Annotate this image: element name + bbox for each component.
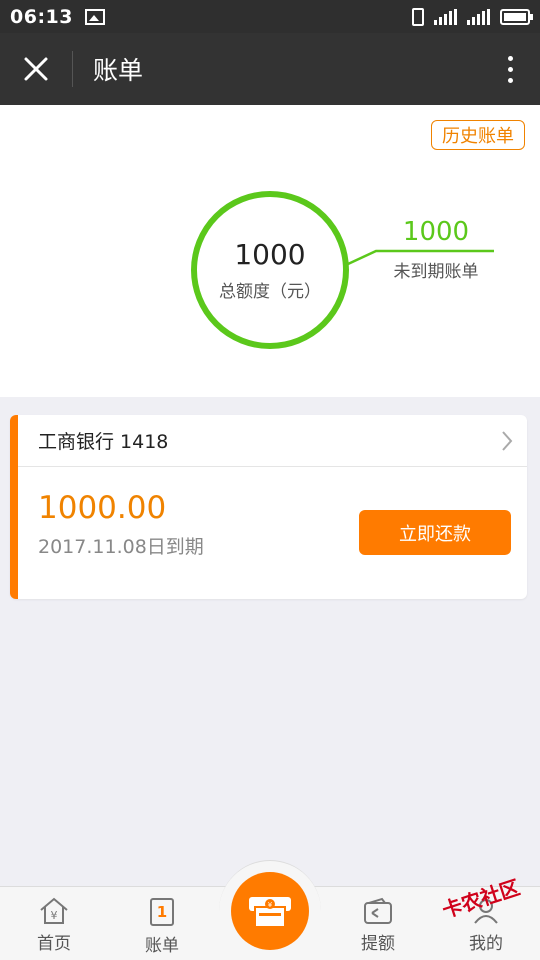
nav-raise-limit-label: 提额 bbox=[361, 934, 395, 954]
cash-machine-icon: ¥ bbox=[249, 897, 291, 928]
bank-name: 工商银行 1418 bbox=[38, 431, 169, 453]
close-button[interactable] bbox=[0, 33, 72, 105]
total-credit-amount: 1000 bbox=[234, 238, 306, 271]
nav-bills-label: 账单 bbox=[145, 936, 179, 956]
app-header: 账单 bbox=[0, 33, 540, 105]
center-cash-button[interactable]: ¥ bbox=[231, 872, 309, 950]
chevron-right-icon bbox=[502, 430, 513, 451]
nav-raise-limit[interactable]: 提额 bbox=[338, 897, 418, 954]
total-credit-ring: 1000 总额度（元） bbox=[191, 191, 349, 349]
home-yen-icon: ¥ bbox=[40, 897, 68, 924]
bill-receipt-icon: 1 bbox=[150, 898, 174, 926]
svg-text:¥: ¥ bbox=[268, 901, 273, 909]
status-icons bbox=[412, 7, 533, 26]
close-icon bbox=[24, 57, 48, 81]
image-notification-icon bbox=[84, 8, 105, 25]
signal-4g-icon bbox=[434, 8, 457, 25]
nav-home-label: 首页 bbox=[37, 934, 71, 954]
bills-badge: 1 bbox=[157, 903, 167, 921]
status-bar: 06:13 bbox=[0, 0, 540, 33]
more-dots-icon bbox=[507, 55, 513, 61]
nav-home[interactable]: ¥ 首页 bbox=[14, 897, 94, 954]
nav-mine-label: 我的 bbox=[469, 934, 503, 954]
nav-bills[interactable]: 1 账单 bbox=[122, 897, 202, 956]
total-credit-label: 总额度（元） bbox=[219, 282, 321, 302]
repay-now-button[interactable]: 立即还款 bbox=[359, 510, 511, 555]
wallet-icon bbox=[364, 897, 392, 924]
history-bills-button[interactable]: 历史账单 bbox=[431, 120, 525, 150]
bill-bank-row[interactable]: 工商银行 1418 bbox=[18, 415, 527, 467]
status-time: 06:13 bbox=[10, 5, 73, 28]
svg-text:¥: ¥ bbox=[51, 909, 58, 922]
vibrate-icon bbox=[412, 7, 424, 26]
battery-icon bbox=[500, 8, 533, 25]
credit-summary: 历史账单 1000 总额度（元） 1000 未到期账单 bbox=[0, 105, 540, 397]
unpaid-amount: 1000 bbox=[402, 217, 470, 247]
bill-amount: 1000.00 bbox=[38, 490, 167, 526]
header-divider bbox=[72, 51, 73, 87]
signal-icon bbox=[467, 8, 490, 25]
bill-accent-bar bbox=[10, 415, 18, 599]
bill-card: 工商银行 1418 1000.00 2017.11.08日到期 立即还款 bbox=[10, 415, 527, 599]
page-title: 账单 bbox=[93, 56, 144, 85]
more-menu-button[interactable] bbox=[480, 33, 540, 105]
unpaid-label: 未到期账单 bbox=[393, 262, 479, 282]
bill-due-date: 2017.11.08日到期 bbox=[38, 536, 204, 558]
